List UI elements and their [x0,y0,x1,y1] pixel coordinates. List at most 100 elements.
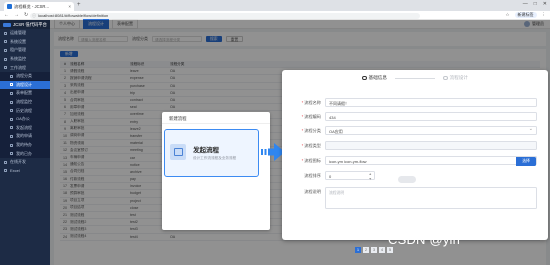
step-label: 流程设计 [449,75,468,80]
sort-stepper[interactable]: 0 ▲ ▼ [325,171,375,181]
field-input[interactable]: icon-ym icon-ym-flow 选择 [325,156,537,166]
description-textarea[interactable]: 流程说明 [325,187,537,209]
sidebar-item-label: 流程设计 [16,81,32,87]
field-input [325,141,537,150]
sidebar-item[interactable]: Excel [0,167,50,176]
menu-item-icon [4,31,7,35]
page-number[interactable]: 3 [371,247,377,253]
sidebar-item[interactable]: 表单配置 [0,89,50,98]
step-label: 基础信息 [368,75,387,80]
form-row: *流程分类 OA应用 [282,125,548,136]
menu-item-icon [10,126,13,130]
field-label: 流程排序 [288,173,321,179]
info-icon: ⓘ [32,12,36,18]
field-value: icon-ym icon-ym-flow [329,159,367,164]
page-number[interactable]: 4 [379,247,385,253]
watermark: CSDN @yin [388,232,461,247]
field-value: OA应用 [329,129,343,134]
sidebar-item-label: 系统监控 [10,56,26,62]
start-flow-subtitle: 设计工作流流程及业务流程 [193,156,237,160]
field-label: *流程图标 [288,158,321,164]
sidebar-item[interactable]: 我的待办 [0,140,50,150]
sync-pill[interactable]: 新建标签 [514,12,537,18]
forward-icon[interactable]: → [14,12,19,18]
browser-tab[interactable]: 流程概览 - JCSR... × [4,2,74,11]
sidebar-item[interactable]: 流程监控 [0,97,50,107]
url-input[interactable]: ⓘ localhost:8081/#/flowable/flow/definit… [30,12,420,19]
menu-item-icon [4,57,7,61]
field-label-text: 流程说明 [304,189,321,194]
star-icon[interactable]: ☆ [505,12,509,18]
field-label: *流程编码 [288,114,321,120]
sidebar-item-label: 发起流程 [16,124,32,130]
sidebar-item[interactable]: 系统监控 [0,55,50,64]
sidebar-item[interactable]: 在线开发 [0,158,50,167]
menu-item-icon [10,143,13,147]
new-flow-dialog-title: 新建流程 [162,112,270,124]
sidebar-item[interactable]: OA办公 [0,114,50,124]
sidebar-item-label: 租户管理 [10,47,26,53]
logo-mark-icon [3,22,11,27]
maximize-icon[interactable]: □ [534,1,537,7]
window-controls: — □ ✕ [523,1,547,7]
sidebar-item[interactable]: 流程分类 [0,71,50,81]
field-input[interactable]: 不同请假！ [325,98,537,107]
form-row: 流程说明 流程说明 [282,187,548,209]
close-window-icon[interactable]: ✕ [543,1,547,7]
field-label: *流程分类 [288,128,321,134]
sidebar-item[interactable]: 历史流程 [0,106,50,115]
sidebar-item[interactable]: 我的已办 [0,149,50,158]
form-row: *流程类型 [282,141,548,151]
step-dot-icon [443,75,448,81]
sidebar-item[interactable]: 我的申请 [0,132,50,141]
sidebar-item-label: 我的申请 [16,133,32,139]
reload-icon[interactable]: ↻ [24,12,28,18]
step-basic-info[interactable]: 基础信息 [362,75,387,81]
menu-item-icon [4,160,7,164]
back-icon[interactable]: ← [4,12,9,18]
flow-form-dialog: 基础信息 流程设计 *流程名称不同请假！*流程编码434*流程分类OA应用*流程… [282,70,548,240]
step-dot-icon [362,75,367,81]
minimize-icon[interactable]: — [523,1,528,7]
field-label-text: 流程分类 [304,128,321,133]
browser-tab-title: 流程概览 - JCSR... [14,3,49,9]
sidebar-item-label: OA办公 [16,116,30,122]
sidebar-item[interactable]: 系统设置 [0,38,50,47]
page-number[interactable]: 5 [387,247,393,253]
new-tab-icon[interactable]: + [77,2,81,8]
page-number[interactable]: 1 [355,247,361,253]
step-flow-design[interactable]: 流程设计 [443,75,468,81]
sidebar-menu: 运维管理系统设置租户管理系统监控工作流程 流程分类 流程设计表单配置 流程监控 历史流程… [0,29,50,175]
stepper-arrows-icon[interactable]: ▲ ▼ [369,172,372,181]
form-row: *流程图标 icon-ym icon-ym-flow 选择 [282,156,548,166]
pagination: 12345 [355,247,393,253]
field-input[interactable]: 434 [325,112,537,121]
close-tab-icon[interactable]: × [68,4,71,9]
field-label-text: 流程图标 [304,158,321,163]
choose-icon-button[interactable]: 选择 [516,157,536,166]
form-row: *流程编码 434 [282,112,548,122]
sidebar-item-label: 历史流程 [16,107,32,113]
sidebar-item[interactable]: 租户管理 [0,46,50,55]
menu-item-icon [10,74,13,78]
field-input[interactable]: OA应用 [325,125,537,135]
logo-text: JCSR 低代码平台 [13,21,47,27]
field-label: *流程名称 [288,100,321,106]
field-value: 不同请假！ [329,101,349,106]
favicon-icon [7,4,12,9]
field-label: *流程类型 [288,143,321,149]
page-number[interactable]: 2 [363,247,369,253]
start-flow-option[interactable]: 发起流程 设计工作流流程及业务流程 [164,129,259,177]
menu-item-icon [10,117,13,121]
start-flow-title: 发起流程 [193,147,219,154]
sidebar-item[interactable]: 运维管理 [0,29,50,38]
scroll-thumb[interactable] [398,176,416,183]
menu-icon[interactable]: ⋮ [542,12,547,18]
sidebar-item[interactable]: 流程设计 [0,80,50,90]
sidebar-item[interactable]: 发起流程 [0,123,50,133]
sidebar-item-label: 系统设置 [10,38,26,44]
sidebar-item-label: 运维管理 [10,30,26,36]
sidebar-item[interactable]: 工作流程 [0,63,50,72]
sidebar-item-label: 表单配置 [16,90,32,96]
sidebar-item-label: 工作流程 [10,64,26,70]
